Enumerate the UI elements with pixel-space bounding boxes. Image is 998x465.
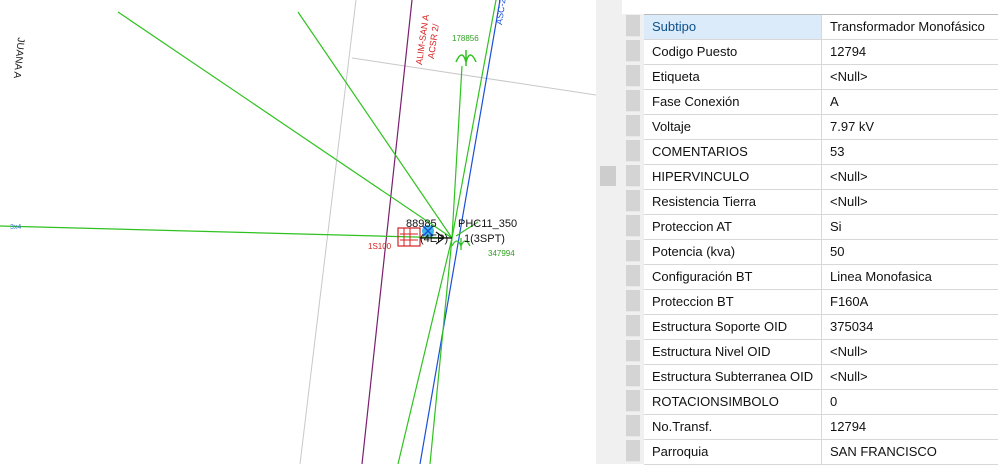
line-label: 3x4 [10, 224, 22, 231]
property-value[interactable]: 12794 [822, 415, 998, 439]
property-value[interactable]: <Null> [822, 365, 998, 389]
property-value[interactable]: 0 [822, 390, 998, 414]
node-label: (4EP) [420, 233, 449, 245]
property-value[interactable]: <Null> [822, 165, 998, 189]
row-header[interactable] [626, 290, 640, 312]
property-row[interactable]: Voltaje 7.97 kV [644, 115, 998, 140]
row-header[interactable] [626, 340, 640, 362]
property-name: No.Transf. [644, 415, 822, 439]
property-value[interactable]: 375034 [822, 315, 998, 339]
secondary-line [429, 237, 453, 464]
property-row[interactable]: Estructura Subterranea OID <Null> [644, 365, 998, 390]
property-value[interactable]: 50 [822, 240, 998, 264]
property-name: Etiqueta [644, 65, 822, 89]
property-value[interactable]: Linea Monofasica [822, 265, 998, 289]
property-value[interactable]: Si [822, 215, 998, 239]
property-row[interactable]: Etiqueta <Null> [644, 65, 998, 90]
attributes-grid: Subtipo Transformador Monofásico Codigo Pu… [644, 14, 998, 465]
secondary-line [397, 237, 453, 464]
property-row[interactable]: Resistencia Tierra <Null> [644, 190, 998, 215]
property-row[interactable]: Proteccion BT F160A [644, 290, 998, 315]
property-row[interactable]: Estructura Nivel OID <Null> [644, 340, 998, 365]
property-name: Voltaje [644, 115, 822, 139]
property-value[interactable]: <Null> [822, 190, 998, 214]
property-name: ROTACIONSIMBOLO [644, 390, 822, 414]
row-header[interactable] [626, 265, 640, 287]
property-row[interactable]: Parroquia SAN FRANCISCO [644, 440, 998, 465]
row-header[interactable] [626, 215, 640, 237]
property-name: Configuración BT [644, 265, 822, 289]
property-name: Resistencia Tierra [644, 190, 822, 214]
row-header[interactable] [626, 165, 640, 187]
property-value[interactable]: <Null> [822, 65, 998, 89]
property-name: Estructura Soporte OID [644, 315, 822, 339]
property-value[interactable]: 7.97 kV [822, 115, 998, 139]
property-row[interactable]: Configuración BT Linea Monofasica [644, 265, 998, 290]
secondary-line [0, 225, 453, 239]
row-header[interactable] [626, 365, 640, 387]
property-value[interactable]: A [822, 90, 998, 114]
property-row[interactable]: Estructura Soporte OID 375034 [644, 315, 998, 340]
row-header-gutter [622, 14, 644, 464]
property-name: Proteccion AT [644, 215, 822, 239]
property-row[interactable]: COMENTARIOS 53 [644, 140, 998, 165]
property-row[interactable]: Fase Conexión A [644, 90, 998, 115]
row-header[interactable] [626, 65, 640, 87]
secondary-line [117, 11, 453, 239]
property-name: Fase Conexión [644, 90, 822, 114]
property-value[interactable]: Transformador Monofásico [822, 15, 998, 39]
property-value[interactable]: 12794 [822, 40, 998, 64]
property-name: Estructura Subterranea OID [644, 365, 822, 389]
property-name: Proteccion BT [644, 290, 822, 314]
property-name: HIPERVINCULO [644, 165, 822, 189]
property-name: Parroquia [644, 440, 822, 464]
row-header[interactable] [626, 240, 640, 262]
row-header[interactable] [626, 115, 640, 137]
node-label: PHC11_350 [458, 218, 518, 230]
property-name: Potencia (kva) [644, 240, 822, 264]
property-row[interactable]: Proteccion AT Si [644, 215, 998, 240]
row-header[interactable] [626, 40, 640, 62]
property-name: COMENTARIOS [644, 140, 822, 164]
parcel-boundary-line [299, 0, 357, 464]
node-label: 178856 [452, 34, 479, 43]
row-header[interactable] [626, 15, 640, 37]
property-value[interactable]: 53 [822, 140, 998, 164]
property-value[interactable]: F160A [822, 290, 998, 314]
panel-splitter[interactable] [596, 0, 622, 464]
node-label: 1S100 [368, 242, 392, 251]
property-row[interactable]: Subtipo Transformador Monofásico [644, 15, 998, 40]
property-name: Codigo Puesto [644, 40, 822, 64]
row-header[interactable] [626, 140, 640, 162]
property-row[interactable]: No.Transf. 12794 [644, 415, 998, 440]
row-header[interactable] [626, 390, 640, 412]
parcel-boundary-line [351, 57, 596, 96]
property-row[interactable]: Potencia (kva) 50 [644, 240, 998, 265]
row-header[interactable] [626, 440, 640, 462]
row-header[interactable] [626, 415, 640, 437]
scroll-thumb[interactable] [600, 166, 616, 186]
row-header[interactable] [626, 90, 640, 112]
property-value[interactable]: <Null> [822, 340, 998, 364]
property-name: Estructura Nivel OID [644, 340, 822, 364]
property-row[interactable]: Codigo Puesto 12794 [644, 40, 998, 65]
property-row[interactable]: ROTACIONSIMBOLO 0 [644, 390, 998, 415]
map-view[interactable]: JUANA A ALIM-SAN A ACSR 2/ ASC-2 178856 … [0, 0, 596, 464]
anchor-symbol-icon [455, 50, 477, 66]
property-name: Subtipo [644, 15, 822, 39]
property-value[interactable]: SAN FRANCISCO [822, 440, 998, 464]
map-canvas[interactable] [0, 0, 596, 464]
property-row[interactable]: HIPERVINCULO <Null> [644, 165, 998, 190]
row-header[interactable] [626, 190, 640, 212]
row-header[interactable] [626, 315, 640, 337]
node-label: 347994 [488, 249, 515, 258]
node-label: 1(3SPT) [464, 233, 505, 245]
node-label: 88985 [406, 218, 437, 230]
